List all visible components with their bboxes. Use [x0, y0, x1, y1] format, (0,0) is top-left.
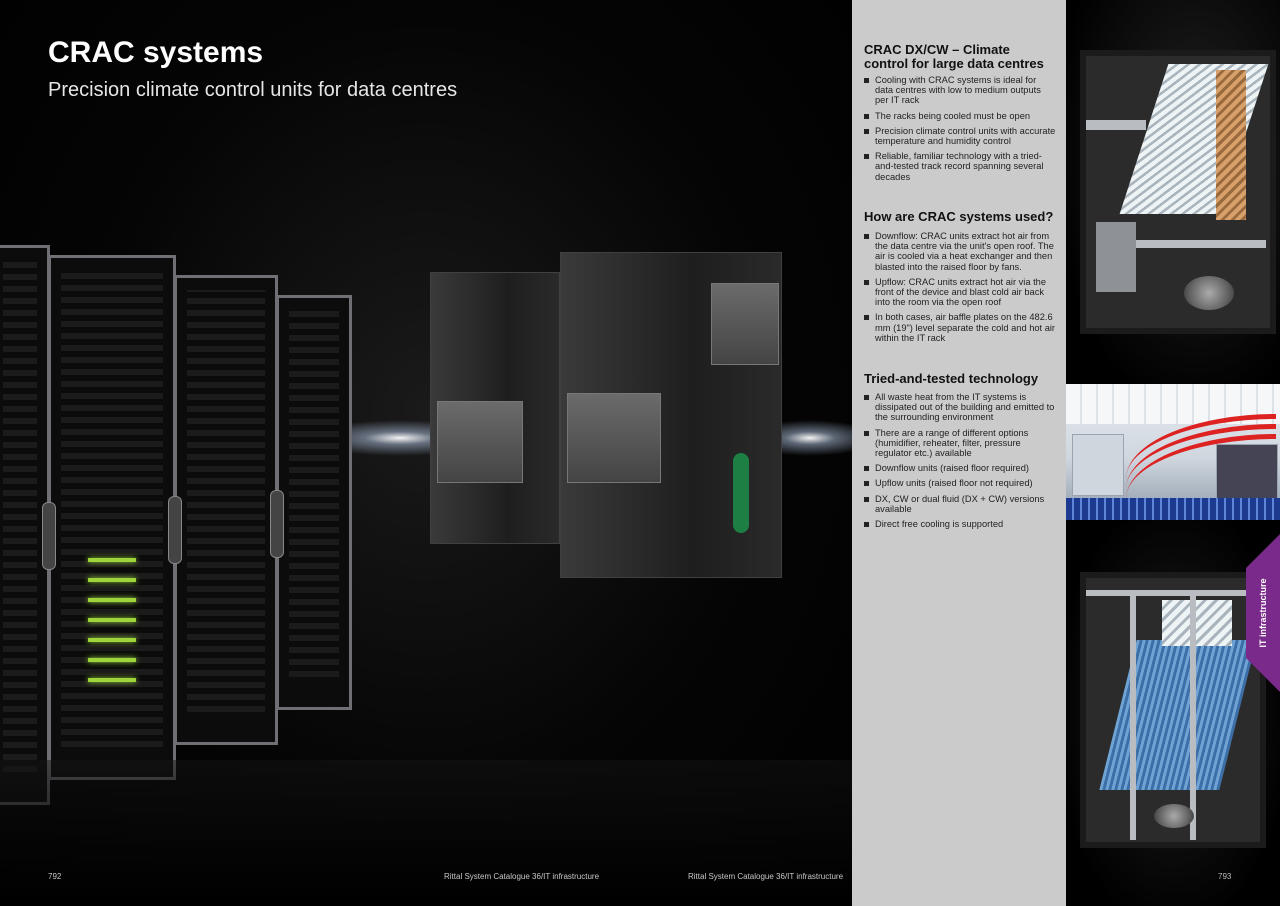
floor-reflection	[0, 760, 852, 906]
server-rack	[168, 275, 278, 745]
list-item: Precision climate control units with acc…	[864, 126, 1056, 146]
catalogue-spread: CRAC systems Precision climate control u…	[0, 0, 1280, 906]
server-rack	[42, 255, 176, 780]
list-item: Upflow: CRAC units extract hot air via t…	[864, 277, 1056, 308]
section-heading-crac-dx-cw: CRAC DX/CW – Climate control for large da…	[864, 42, 1044, 71]
catalogue-footer-left: Rittal System Catalogue 36/IT infrastruc…	[444, 872, 600, 881]
bullet-list-technology: All waste heat from the IT systems is di…	[864, 392, 1056, 534]
section-heading-technology: Tried-and-tested technology	[864, 371, 1039, 386]
catalogue-footer-right: Rittal System Catalogue 36/IT infrastruc…	[688, 872, 844, 881]
list-item: Direct free cooling is supported	[864, 519, 1056, 529]
data-centre-photo	[1066, 384, 1280, 520]
list-item: Downflow units (raised floor required)	[864, 463, 1056, 473]
page-title: CRAC systems	[48, 36, 264, 69]
list-item: All waste heat from the IT systems is di…	[864, 392, 1056, 423]
bullet-list-crac-dx-cw: Cooling with CRAC systems is ideal for d…	[864, 75, 1056, 187]
crac-unit-small	[430, 272, 560, 544]
list-item: Downflow: CRAC units extract hot air fro…	[864, 231, 1056, 272]
crac-unit-large	[560, 252, 782, 578]
downflow-unit-photo	[1066, 0, 1280, 384]
list-item: There are a range of different options (…	[864, 428, 1056, 459]
list-item: Upflow units (raised floor not required)	[864, 478, 1056, 488]
text-column: CRAC DX/CW – Climate control for large da…	[852, 0, 1066, 906]
server-rack	[270, 295, 352, 710]
list-item: Reliable, familiar technology with a tri…	[864, 151, 1056, 182]
list-item: The racks being cooled must be open	[864, 111, 1056, 121]
list-item: In both cases, air baffle plates on the …	[864, 312, 1056, 343]
list-item: DX, CW or dual fluid (DX + CW) versions …	[864, 494, 1056, 514]
page-number-right: 793	[1218, 872, 1232, 881]
bullet-list-usage: Downflow: CRAC units extract hot air fro…	[864, 231, 1056, 348]
page-number-left: 792	[48, 872, 62, 881]
hero-photo: CRAC systems Precision climate control u…	[0, 0, 852, 906]
image-column	[1066, 0, 1280, 906]
page-subtitle: Precision climate control units for data…	[48, 79, 458, 101]
list-item: Cooling with CRAC systems is ideal for d…	[864, 75, 1056, 106]
section-tab-label: IT infrastructure	[1258, 578, 1268, 648]
section-heading-usage: How are CRAC systems used?	[864, 209, 1054, 224]
